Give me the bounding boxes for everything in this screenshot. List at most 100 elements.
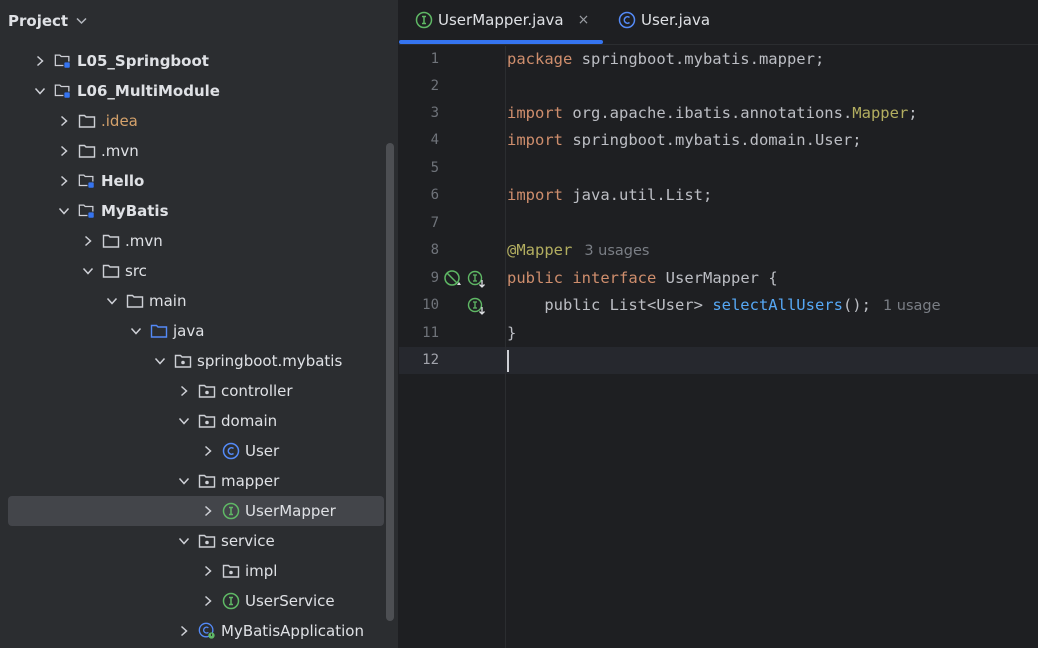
chevron-right-icon[interactable]: [56, 113, 72, 129]
code-line-4[interactable]: import springboot.mybatis.domain.User;: [507, 127, 862, 154]
close-icon[interactable]: ×: [578, 12, 590, 28]
code-text: List<User>: [600, 296, 713, 314]
keyword: import: [507, 186, 563, 204]
tree-item-user[interactable]: User: [0, 436, 398, 466]
chevron-down-icon[interactable]: [176, 533, 192, 549]
tree-item-label: service: [221, 532, 275, 550]
folder-icon: [102, 232, 120, 250]
tree-item-userservice[interactable]: UserService: [0, 586, 398, 616]
module-folder-icon: [78, 172, 96, 190]
tree-item-idea[interactable]: .idea: [0, 106, 398, 136]
folder-icon: [126, 292, 144, 310]
project-header[interactable]: Project: [0, 0, 398, 42]
chevron-down-icon[interactable]: [176, 473, 192, 489]
code-text: }: [507, 324, 517, 342]
tree-item-main[interactable]: main: [0, 286, 398, 316]
code-text: UserMapper {: [656, 269, 778, 287]
keyword: import: [507, 104, 563, 122]
editor-area: UserMapper.java × User.java 1 2 3 4 5 6 …: [399, 0, 1038, 648]
tree-item-mvn[interactable]: .mvn: [0, 226, 398, 256]
chevron-down-icon[interactable]: [80, 263, 96, 279]
tree-item-mybatisapplication[interactable]: MyBatisApplication: [0, 616, 398, 646]
annotation-ref: Mapper: [852, 104, 909, 122]
module-folder-icon: [78, 202, 96, 220]
code-line-6[interactable]: import java.util.List;: [507, 182, 712, 209]
chevron-down-icon[interactable]: [76, 15, 87, 28]
chevron-right-icon[interactable]: [176, 623, 192, 639]
line-number: 5: [430, 160, 439, 176]
chevron-down-icon[interactable]: [176, 413, 192, 429]
chevron-down-icon[interactable]: [32, 83, 48, 99]
chevron-right-icon[interactable]: [80, 233, 96, 249]
code-text: springboot.mybatis.domain.User;: [563, 131, 862, 149]
tree-item-l05-springboot[interactable]: L05_Springboot: [0, 46, 398, 76]
code-text: springboot.mybatis.mapper;: [572, 50, 825, 68]
module-folder-icon: [54, 52, 72, 70]
tree-item-label: impl: [245, 562, 278, 580]
chevron-down-icon[interactable]: [128, 323, 144, 339]
chevron-right-icon[interactable]: [200, 593, 216, 609]
tree-item-impl[interactable]: impl: [0, 556, 398, 586]
folder-icon: [102, 262, 120, 280]
package-icon: [198, 532, 216, 550]
chevron-right-icon[interactable]: [56, 173, 72, 189]
line-number: 3: [430, 105, 439, 121]
annotation: @Mapper: [507, 241, 573, 259]
no-implementation-icon[interactable]: [443, 269, 463, 293]
line-number: 4: [430, 132, 439, 148]
code-line-11[interactable]: }: [507, 320, 516, 347]
line-number: 8: [430, 242, 439, 258]
scrollbar[interactable]: [386, 143, 394, 621]
tree-item-service[interactable]: service: [0, 526, 398, 556]
chevron-right-icon[interactable]: [176, 383, 192, 399]
code-line-1[interactable]: package springboot.mybatis.mapper;: [507, 46, 824, 73]
chevron-right-icon[interactable]: [32, 53, 48, 69]
line-number: 2: [430, 78, 439, 94]
code-text: java.util.List;: [563, 186, 713, 204]
tree-item-label: MyBatisApplication: [221, 622, 364, 640]
usages-hint[interactable]: 3 usages: [584, 243, 649, 259]
code-line-3[interactable]: import org.apache.ibatis.annotations.Map…: [507, 100, 918, 127]
tree-item-mybatis[interactable]: MyBatis: [0, 196, 398, 226]
tree-item-l06-multimodule[interactable]: L06_MultiModule: [0, 76, 398, 106]
chevron-right-icon[interactable]: [200, 563, 216, 579]
chevron-down-icon[interactable]: [152, 353, 168, 369]
chevron-right-icon[interactable]: [200, 503, 216, 519]
line-number: 6: [430, 187, 439, 203]
tree-item-domain[interactable]: domain: [0, 406, 398, 436]
tree-item-mapper[interactable]: mapper: [0, 466, 398, 496]
tree-item-label: .mvn: [125, 232, 163, 250]
class-icon: [222, 442, 240, 460]
chevron-down-icon[interactable]: [56, 203, 72, 219]
project-title[interactable]: Project: [8, 12, 68, 30]
code-text: ;: [908, 104, 918, 122]
tree-item-mvn[interactable]: .mvn: [0, 136, 398, 166]
keyword: public: [507, 269, 563, 287]
method-name: selectAllUsers: [712, 296, 843, 314]
tree-item-src[interactable]: src: [0, 256, 398, 286]
chevron-right-icon[interactable]: [56, 143, 72, 159]
tree-item-label: controller: [221, 382, 293, 400]
package-icon: [222, 562, 240, 580]
tree-item-usermapper[interactable]: UserMapper: [0, 496, 398, 526]
tree-item-java[interactable]: java: [0, 316, 398, 346]
tab-user-java[interactable]: User.java: [618, 0, 710, 40]
interface-implementations-icon[interactable]: [467, 270, 487, 294]
spring-boot-class-icon: [198, 622, 216, 640]
method-implementations-icon[interactable]: [467, 297, 487, 321]
code-line-8[interactable]: @Mapper 3 usages: [507, 237, 649, 264]
editor-tab-bar: UserMapper.java × User.java: [399, 0, 1038, 45]
tab-usermapper-java[interactable]: UserMapper.java ×: [415, 0, 589, 40]
usages-hint[interactable]: 1 usage: [883, 298, 941, 314]
tree-item-springboot-mybatis[interactable]: springboot.mybatis: [0, 346, 398, 376]
code-line-9[interactable]: public interface UserMapper {: [507, 265, 778, 292]
tree-item-hello[interactable]: Hello: [0, 166, 398, 196]
chevron-down-icon[interactable]: [104, 293, 120, 309]
code-line-10[interactable]: public List<User> selectAllUsers(); 1 usa…: [507, 292, 941, 319]
folder-icon: [78, 112, 96, 130]
line-number: 7: [430, 215, 439, 231]
tree-item-label: mapper: [221, 472, 280, 490]
chevron-right-icon[interactable]: [200, 443, 216, 459]
tree-item-label: .mvn: [101, 142, 139, 160]
tree-item-controller[interactable]: controller: [0, 376, 398, 406]
